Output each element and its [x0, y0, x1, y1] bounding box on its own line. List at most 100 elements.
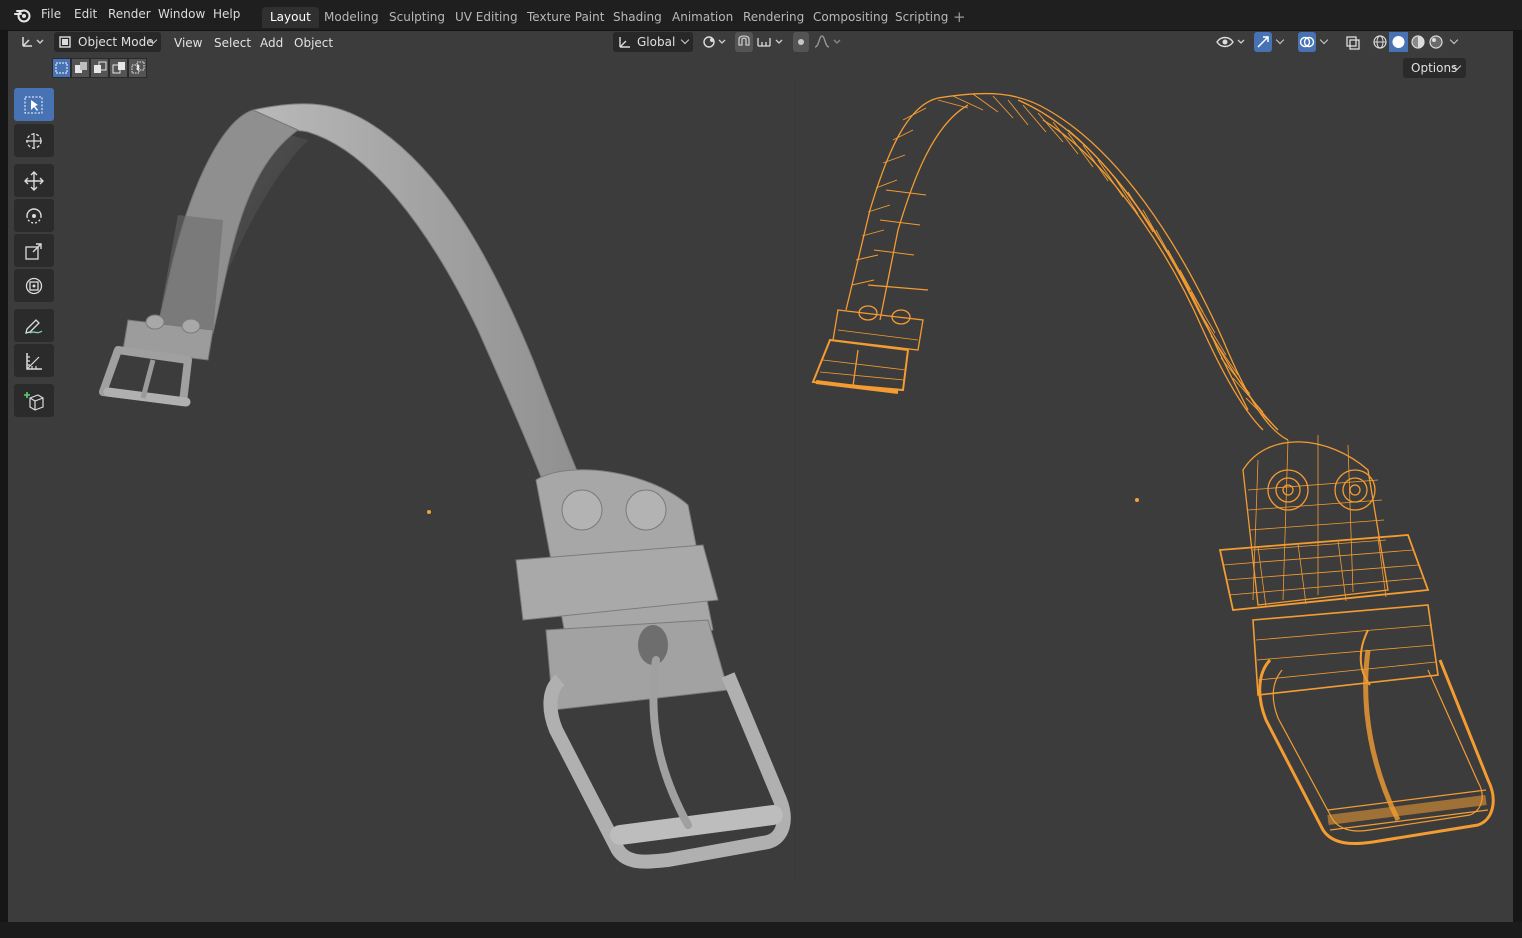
measure-icon — [26, 353, 42, 370]
select-intersect-icon — [131, 61, 145, 74]
gizmo-icon — [1257, 36, 1269, 48]
chevron-down-icon — [1449, 35, 1459, 45]
tool-transform[interactable] — [14, 269, 54, 302]
tab-uv-editing[interactable]: UV Editing — [447, 7, 526, 28]
gizmo-dropdown[interactable] — [1274, 32, 1288, 52]
origin-point-right — [1135, 498, 1139, 502]
visibility-dropdown[interactable] — [1214, 32, 1246, 52]
proportional-edit-icon — [798, 39, 804, 45]
select-extend-icon — [75, 62, 87, 73]
tool-measure[interactable] — [14, 344, 54, 377]
proportional-edit-toggle[interactable] — [793, 32, 809, 52]
tool-rotate[interactable] — [14, 199, 54, 232]
menu-render[interactable]: Render — [108, 7, 151, 21]
viewport-scene — [99, 80, 1495, 880]
shading-dropdown[interactable] — [1448, 32, 1462, 52]
tab-animation[interactable]: Animation — [664, 7, 741, 28]
tool-move[interactable] — [14, 164, 54, 197]
solid-shading-icon — [1392, 36, 1405, 48]
menu-file[interactable]: File — [41, 7, 61, 21]
3d-viewport[interactable] — [8, 30, 1513, 922]
add-workspace-button[interactable]: + — [953, 7, 966, 27]
rendered-shading-icon[interactable] — [1428, 34, 1444, 50]
falloff-curve-icon — [814, 35, 841, 48]
gizmo-toggle[interactable] — [1254, 32, 1272, 52]
shading-mode-group — [1370, 32, 1446, 52]
topbar: File Edit Render Window Help Layout Mode… — [0, 0, 1522, 31]
select-subtract-button[interactable] — [90, 58, 109, 78]
transform-icon — [25, 277, 43, 295]
snap-target-dropdown[interactable] — [755, 32, 785, 52]
chevron-down-icon — [1319, 35, 1329, 45]
overlays-toggle[interactable] — [1298, 32, 1316, 52]
cursor-icon — [26, 133, 42, 149]
select-subtract-icon — [94, 61, 107, 73]
xray-icon — [1346, 36, 1360, 50]
object-mode-icon — [59, 36, 71, 48]
options-label: Options — [1411, 61, 1458, 75]
tab-compositing[interactable]: Compositing — [805, 7, 896, 28]
mode-label: Object Mode — [78, 35, 154, 49]
tab-shading[interactable]: Shading — [605, 7, 670, 28]
tab-scripting[interactable]: Scripting — [887, 7, 956, 28]
magnet-icon — [738, 35, 750, 46]
orientation-label: Global — [637, 35, 676, 49]
menu-object[interactable]: Object — [294, 33, 333, 53]
origin-point-left — [427, 510, 431, 514]
viewport-bottom-strip — [0, 922, 1522, 938]
editor-type-button[interactable] — [16, 32, 46, 52]
tab-modeling[interactable]: Modeling — [316, 7, 387, 28]
material-preview-icon[interactable] — [1410, 34, 1426, 50]
menu-edit[interactable]: Edit — [74, 7, 97, 21]
tab-layout[interactable]: Layout — [262, 7, 319, 28]
select-extend-button[interactable] — [71, 58, 90, 78]
viewport-header: Object Mode View Select Add Object Globa… — [8, 30, 1513, 54]
tab-sculpting[interactable]: Sculpting — [381, 7, 453, 28]
solid-belt-model[interactable] — [99, 103, 791, 869]
orientation-icon — [619, 37, 630, 48]
overlays-icon — [1299, 36, 1315, 48]
menu-select[interactable]: Select — [214, 33, 251, 53]
select-difference-button[interactable] — [109, 58, 128, 78]
select-new-icon — [55, 62, 68, 74]
select-new-button[interactable] — [52, 58, 71, 78]
tab-texture-paint[interactable]: Texture Paint — [519, 7, 612, 28]
options-dropdown[interactable]: Options — [1403, 58, 1466, 78]
chevron-down-icon — [1275, 35, 1285, 45]
move-icon — [24, 171, 44, 191]
select-intersect-button[interactable] — [128, 58, 147, 78]
pivot-point-button[interactable] — [701, 32, 727, 52]
proportional-falloff-dropdown[interactable] — [813, 32, 843, 52]
tool-select-box[interactable] — [14, 88, 54, 121]
tab-rendering[interactable]: Rendering — [735, 7, 812, 28]
axes-icon — [22, 37, 44, 47]
wireframe-shading-icon[interactable] — [1372, 34, 1388, 50]
rotate-icon — [26, 208, 42, 224]
annotate-icon — [25, 319, 43, 334]
selection-mode-group — [52, 58, 147, 78]
viewport-split — [794, 80, 796, 880]
snap-toggle[interactable] — [735, 32, 753, 52]
menu-add[interactable]: Add — [260, 33, 283, 53]
tool-scale[interactable] — [14, 234, 54, 267]
eye-icon — [1216, 36, 1245, 48]
tool-add-cube[interactable] — [14, 384, 54, 417]
select-box-icon — [24, 96, 43, 114]
xray-toggle[interactable] — [1344, 32, 1362, 52]
scale-icon — [25, 243, 42, 260]
blender-logo-icon[interactable] — [14, 7, 32, 23]
tool-cursor[interactable] — [14, 124, 54, 157]
menu-help[interactable]: Help — [213, 7, 240, 21]
chevron-down-icon — [680, 35, 690, 45]
mode-dropdown[interactable]: Object Mode — [54, 32, 161, 52]
menu-view[interactable]: View — [174, 33, 202, 53]
overlays-dropdown[interactable] — [1318, 32, 1332, 52]
tool-annotate[interactable] — [14, 309, 54, 342]
transform-orientation-dropdown[interactable]: Global — [613, 32, 693, 52]
wireframe-belt-model[interactable] — [811, 92, 1495, 845]
menu-window[interactable]: Window — [158, 7, 205, 21]
snap-increment-icon — [757, 38, 783, 47]
pivot-icon — [703, 36, 726, 48]
solid-shading-button[interactable] — [1389, 32, 1408, 52]
select-difference-icon — [112, 62, 125, 74]
